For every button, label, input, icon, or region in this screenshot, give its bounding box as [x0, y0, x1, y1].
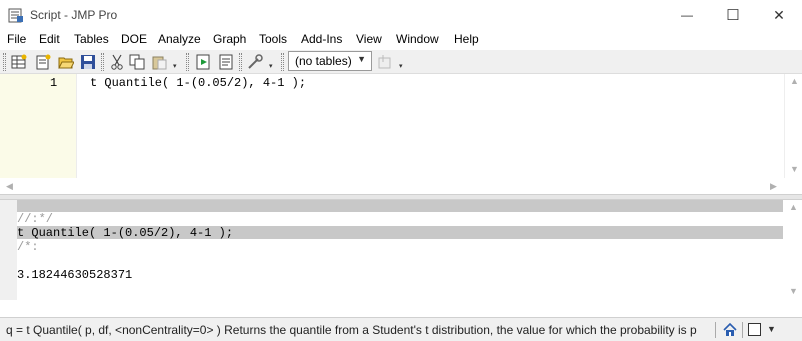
- open-icon: [58, 57, 74, 69]
- copy-icon: [129, 54, 145, 70]
- toolbar-overflow-icon[interactable]: ▾: [173, 62, 177, 70]
- editor-horizontal-scrollbar[interactable]: ◀ ▶: [0, 178, 784, 194]
- status-text: q = t Quantile( p, df, <nonCentrality=0>…: [6, 323, 697, 337]
- menu-window[interactable]: Window: [396, 32, 439, 46]
- scroll-right-icon[interactable]: ▶: [770, 181, 777, 192]
- new-data-table-button[interactable]: [10, 53, 28, 71]
- scroll-up-icon[interactable]: ▲: [789, 202, 798, 212]
- close-icon: ✕: [773, 6, 785, 23]
- script-editor[interactable]: 1 t Quantile( 1-(0.05/2), 4-1 ); ▲ ▼ ◀ ▶: [0, 74, 802, 194]
- log-result-value: 3.18244630528371: [17, 268, 133, 282]
- menu-help[interactable]: Help: [454, 32, 479, 46]
- log-comment-line: /*:: [17, 240, 39, 254]
- scroll-up-icon[interactable]: ▲: [790, 76, 799, 86]
- data-table-select-value: (no tables): [295, 54, 352, 68]
- scroll-down-icon[interactable]: ▼: [790, 164, 799, 174]
- status-bar: q = t Quantile( p, df, <nonCentrality=0>…: [0, 317, 802, 341]
- run-script-button[interactable]: [194, 53, 212, 71]
- menu-analyze[interactable]: Analyze: [158, 32, 201, 46]
- toolbar-separator: [101, 53, 104, 71]
- code-line[interactable]: t Quantile( 1-(0.05/2), 4-1 );: [90, 76, 306, 90]
- paste-icon: [152, 56, 167, 70]
- script-window-icon: [8, 8, 23, 23]
- toolbar-separator: [186, 53, 189, 71]
- tools-overflow-icon[interactable]: ▾: [269, 62, 273, 70]
- save-icon: [81, 55, 95, 69]
- log-comment-line: //:*/: [17, 212, 54, 226]
- status-separator: [742, 322, 743, 338]
- window-title: Script - JMP Pro: [30, 8, 118, 22]
- menu-edit[interactable]: Edit: [39, 32, 60, 46]
- new-script-icon: [36, 54, 51, 70]
- script-index-icon: [219, 54, 233, 70]
- menu-view[interactable]: View: [356, 32, 382, 46]
- line-number-gutter: 1: [0, 74, 77, 178]
- tools-icon: [248, 54, 263, 69]
- menu-tools[interactable]: Tools: [259, 32, 287, 46]
- status-separator: [715, 322, 716, 338]
- scroll-left-icon[interactable]: ◀: [6, 181, 13, 192]
- log-output[interactable]: //:*/ t Quantile( 1-(0.05/2), 4-1 ); /*:…: [0, 200, 802, 300]
- run-script-icon: [196, 54, 210, 70]
- menu-tables[interactable]: Tables: [74, 32, 109, 46]
- paste-button[interactable]: [150, 53, 168, 71]
- menu-doe[interactable]: DOE: [121, 32, 147, 46]
- toolbar-separator: [281, 53, 284, 71]
- chevron-down-icon: ▼: [357, 54, 366, 64]
- save-button[interactable]: [79, 53, 97, 71]
- editor-vertical-scrollbar[interactable]: ▲ ▼: [784, 74, 802, 178]
- chevron-down-icon[interactable]: ▼: [767, 324, 776, 334]
- maximize-icon: ☐: [726, 7, 740, 24]
- data-table-select[interactable]: (no tables) ▼: [288, 51, 372, 71]
- menu-graph[interactable]: Graph: [213, 32, 246, 46]
- menu-bar: File Edit Tables DOE Analyze Graph Tools…: [0, 30, 802, 50]
- cut-icon: [111, 54, 123, 70]
- close-button[interactable]: ✕: [756, 0, 802, 30]
- toolbar-grip[interactable]: [3, 53, 6, 71]
- table-overflow-icon[interactable]: ▾: [399, 62, 403, 70]
- tools-button[interactable]: [246, 53, 264, 71]
- menu-file[interactable]: File: [7, 32, 26, 46]
- toolbar: ▾ ▾ ▾: [0, 50, 802, 74]
- copy-button[interactable]: [128, 53, 146, 71]
- window-list-checkbox[interactable]: [748, 323, 761, 336]
- toolbar-separator: [239, 53, 242, 71]
- open-button[interactable]: [57, 53, 75, 71]
- maximize-button[interactable]: ☐: [710, 0, 756, 30]
- log-margin: [0, 200, 17, 300]
- log-code-line: t Quantile( 1-(0.05/2), 4-1 );: [17, 226, 234, 240]
- scroll-down-icon[interactable]: ▼: [789, 286, 798, 296]
- table-action-icon: [378, 55, 391, 69]
- log-header-bar: [17, 200, 783, 212]
- home-icon[interactable]: [722, 322, 738, 338]
- new-data-table-icon: [11, 54, 27, 69]
- table-action-button[interactable]: [376, 53, 394, 71]
- line-number: 1: [50, 76, 58, 90]
- cut-button[interactable]: [108, 53, 126, 71]
- minimize-button[interactable]: —: [664, 0, 710, 30]
- menu-add-ins[interactable]: Add-Ins: [301, 32, 342, 46]
- new-script-button[interactable]: [34, 53, 52, 71]
- log-vertical-scrollbar[interactable]: ▲ ▼: [784, 200, 802, 300]
- script-index-button[interactable]: [217, 53, 235, 71]
- minimize-icon: —: [681, 8, 693, 22]
- title-bar: Script - JMP Pro — ☐ ✕: [0, 0, 802, 30]
